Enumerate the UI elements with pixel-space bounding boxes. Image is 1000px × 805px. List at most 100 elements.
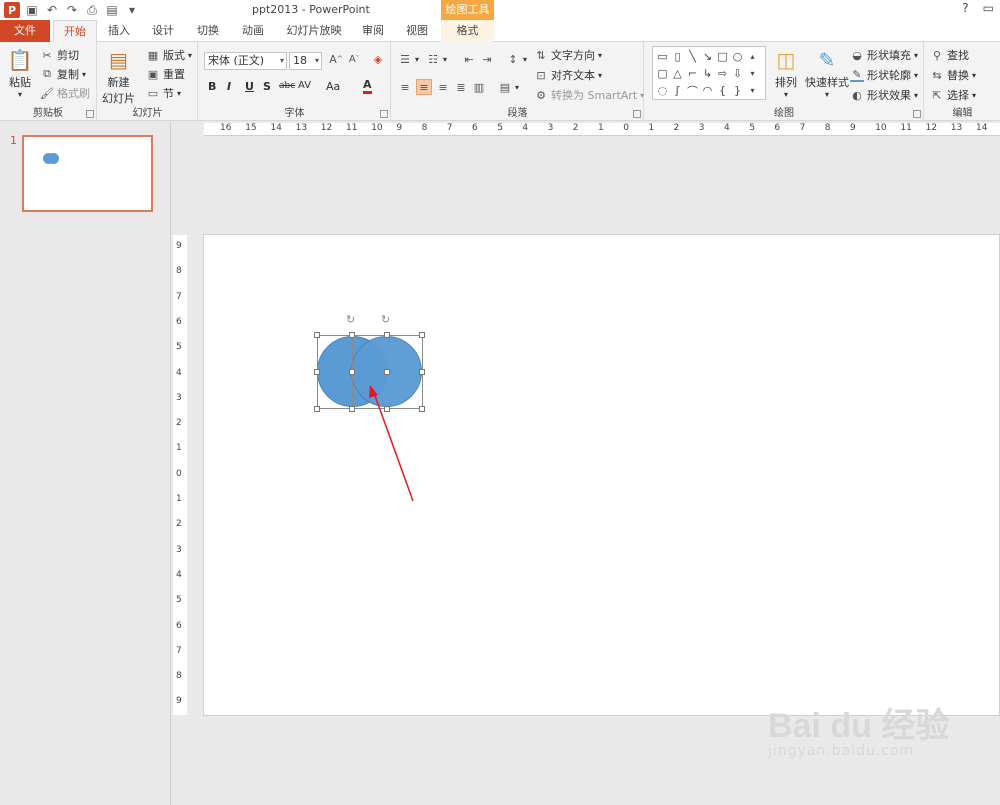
- slide-thumbnail[interactable]: [22, 135, 153, 212]
- paste-button[interactable]: 📋 粘贴 ▾: [6, 46, 34, 99]
- rounded-rect-shape-icon[interactable]: ▢: [655, 65, 670, 82]
- help-button[interactable]: ?: [962, 1, 968, 15]
- align-text-icon: ⊡: [536, 68, 546, 82]
- font-launcher-icon[interactable]: [380, 110, 388, 118]
- ribbon-display-icon[interactable]: ▭: [983, 1, 994, 15]
- ruler-tick-label: 16: [220, 123, 232, 133]
- vertical-textbox-shape-icon[interactable]: ▯: [670, 48, 685, 65]
- font-size-select[interactable]: 18 ▾: [289, 52, 322, 70]
- tab-design[interactable]: 设计: [144, 20, 182, 42]
- justify-button[interactable]: ≣: [454, 80, 468, 94]
- italic-button[interactable]: I: [227, 80, 231, 93]
- gallery-up-icon[interactable]: ▴: [745, 48, 760, 65]
- slides-group: ▤ 新建 幻灯片 ▦ 版式 ▾ ▣ 重置 ▭ 节 ▾ 幻灯片: [98, 42, 198, 121]
- right-brace-shape-icon[interactable]: }: [730, 82, 745, 99]
- shape-fill-button[interactable]: ◒ 形状填充 ▾: [850, 47, 918, 63]
- arc-shape-icon[interactable]: ◠: [700, 82, 715, 99]
- increase-indent-button[interactable]: ⇥: [480, 52, 494, 66]
- tab-view[interactable]: 视图: [398, 20, 436, 42]
- quick-styles-icon: ✎: [818, 48, 836, 72]
- customize-qat-icon[interactable]: ▾: [124, 2, 140, 18]
- grow-font-button[interactable]: A ^: [329, 52, 343, 66]
- font-label: 字体: [284, 108, 305, 119]
- curve-shape-icon[interactable]: ⌒: [685, 82, 700, 99]
- find-button[interactable]: ⚲ 查找: [930, 47, 969, 63]
- clear-format-button[interactable]: ◈: [371, 52, 385, 66]
- reset-button[interactable]: ▣ 重置: [146, 66, 185, 82]
- drawing-tools-header: 绘图工具: [441, 0, 494, 20]
- text-direction-button[interactable]: ⇅ 文字方向 ▾: [534, 47, 602, 63]
- shape-outline-button[interactable]: ✎ 形状轮廓 ▾: [850, 67, 918, 83]
- shadow-button[interactable]: S: [263, 80, 271, 93]
- freeform-shape-icon[interactable]: ◌: [655, 82, 670, 99]
- font-color-button[interactable]: A: [363, 78, 372, 94]
- columns-button[interactable]: ▤ ▾: [498, 80, 519, 94]
- redo-icon[interactable]: ↷: [64, 2, 80, 18]
- ruler-tick-label: 4: [522, 123, 529, 133]
- tab-format[interactable]: 格式: [441, 20, 494, 42]
- oval-shape-icon[interactable]: ○: [730, 48, 745, 65]
- strikethrough-button[interactable]: abc: [279, 81, 295, 91]
- save-as-icon[interactable]: ▤: [104, 2, 120, 18]
- gallery-more-icon[interactable]: ▾: [745, 82, 760, 99]
- new-slide-button[interactable]: ▤ 新建 幻灯片: [102, 46, 135, 106]
- tab-insert[interactable]: 插入: [100, 20, 138, 42]
- tab-review[interactable]: 审阅: [354, 20, 392, 42]
- bullets-button[interactable]: ☰ ▾: [398, 52, 419, 66]
- print-preview-icon[interactable]: ⎙: [84, 2, 100, 18]
- line-shape-icon[interactable]: ╲: [685, 48, 700, 65]
- rectangle-shape-icon[interactable]: □: [715, 48, 730, 65]
- triangle-shape-icon[interactable]: △: [670, 65, 685, 82]
- layout-button[interactable]: ▦ 版式 ▾: [146, 47, 192, 63]
- gallery-down-icon[interactable]: ▾: [745, 65, 760, 82]
- elbow-connector-shape-icon[interactable]: ⌐: [685, 65, 700, 82]
- textbox-shape-icon[interactable]: ▭: [655, 48, 670, 65]
- convert-smartart-button[interactable]: ⚙ 转换为 SmartArt ▾: [534, 87, 644, 103]
- replace-button[interactable]: ⇆ 替换 ▾: [930, 67, 976, 83]
- ruler-tick-label: 10: [371, 123, 383, 133]
- underline-button[interactable]: U: [245, 80, 254, 93]
- cut-button[interactable]: ✂ 剪切: [40, 47, 79, 63]
- shape-effects-button[interactable]: ◐ 形状效果 ▾: [850, 87, 918, 103]
- scribble-shape-icon[interactable]: ʃ: [670, 82, 685, 99]
- window-controls: ? ▭: [962, 1, 994, 15]
- line-spacing-button[interactable]: ↕ ▾: [506, 52, 527, 66]
- right-arrow-shape-icon[interactable]: ⇨: [715, 65, 730, 82]
- align-right-button[interactable]: ≡: [436, 80, 450, 94]
- copy-button[interactable]: ⧉ 复制 ▾: [40, 66, 86, 82]
- section-button[interactable]: ▭ 节 ▾: [146, 85, 181, 101]
- clipboard-launcher-icon[interactable]: [86, 110, 94, 118]
- shapes-gallery[interactable]: ▭ ▯ ╲ ↘ □ ○ ▴ ▢ △ ⌐ ↳ ⇨ ⇩ ▾ ◌ ʃ ⌒ ◠ { } …: [652, 46, 766, 100]
- save-icon[interactable]: ▣: [24, 2, 40, 18]
- align-center-button[interactable]: ≡: [416, 79, 432, 95]
- distribute-button[interactable]: ▥: [472, 80, 486, 94]
- down-arrow-shape-icon[interactable]: ⇩: [730, 65, 745, 82]
- char-spacing-button[interactable]: AV: [298, 80, 311, 91]
- align-left-button[interactable]: ≡: [398, 80, 412, 94]
- quick-styles-button[interactable]: ✎ 快速样式 ▾: [805, 46, 849, 99]
- tab-transitions[interactable]: 切换: [189, 20, 227, 42]
- numbering-button[interactable]: ☷ ▾: [426, 52, 447, 66]
- decrease-indent-button[interactable]: ⇤: [462, 52, 476, 66]
- elbow-arrow-shape-icon[interactable]: ↳: [700, 65, 715, 82]
- arrow-line-shape-icon[interactable]: ↘: [700, 48, 715, 65]
- format-painter-button[interactable]: 🖌 格式刷: [40, 85, 90, 101]
- undo-icon[interactable]: ↶: [44, 2, 60, 18]
- ruler-tick-label: 15: [245, 123, 257, 133]
- shrink-font-button[interactable]: Aˇ: [347, 52, 361, 66]
- left-brace-shape-icon[interactable]: {: [715, 82, 730, 99]
- tab-slideshow[interactable]: 幻灯片放映: [279, 20, 349, 42]
- change-case-button[interactable]: Aa: [326, 80, 340, 93]
- slide-canvas[interactable]: ↻ ↻: [203, 234, 1000, 716]
- tab-file[interactable]: 文件: [0, 20, 50, 42]
- drawing-launcher-icon[interactable]: [913, 110, 921, 118]
- tab-home[interactable]: 开始: [53, 20, 97, 42]
- bold-button[interactable]: B: [208, 80, 216, 93]
- font-name-select[interactable]: 宋体 (正文) ▾: [204, 52, 287, 70]
- select-button[interactable]: ⇱ 选择 ▾: [930, 87, 976, 103]
- ruler-tick-label: 12: [320, 123, 333, 133]
- align-text-button[interactable]: ⊡ 对齐文本 ▾: [534, 67, 602, 83]
- tab-animations[interactable]: 动画: [234, 20, 272, 42]
- arrange-button[interactable]: ◫ 排列 ▾: [772, 46, 800, 99]
- paragraph-launcher-icon[interactable]: [633, 110, 641, 118]
